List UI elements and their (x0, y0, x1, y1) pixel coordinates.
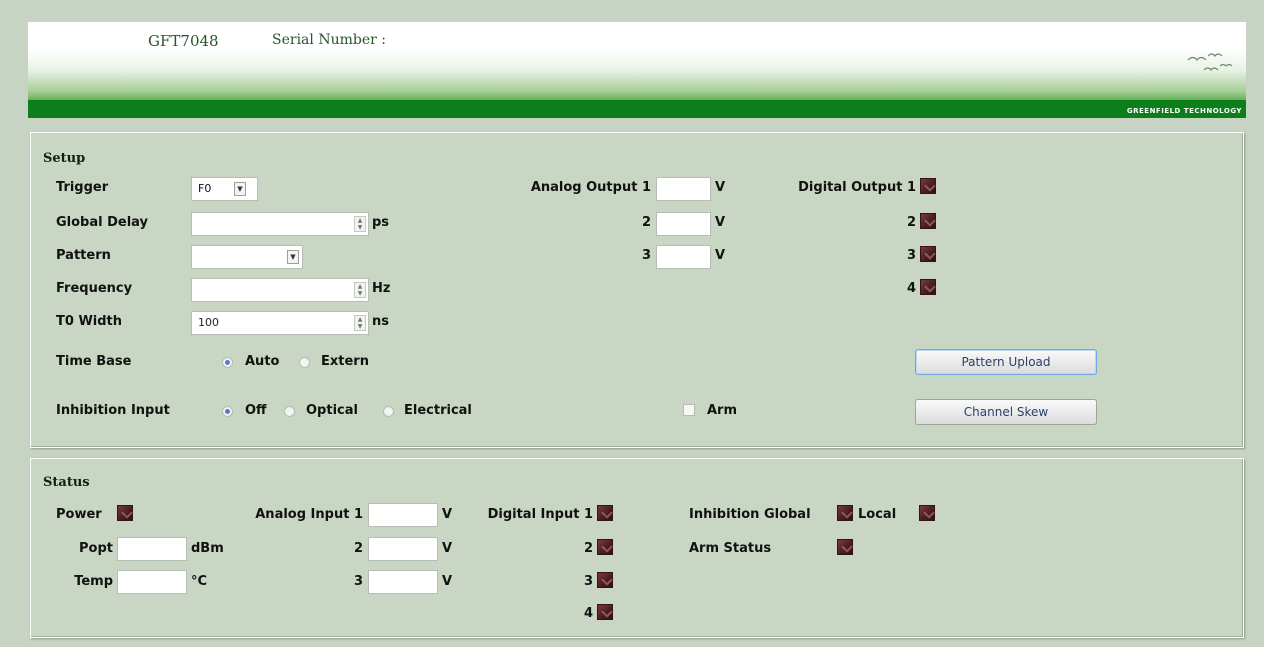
power-label: Power (56, 507, 102, 522)
time-base-extern-radio[interactable] (299, 357, 310, 368)
pattern-upload-button[interactable]: Pattern Upload (915, 349, 1097, 375)
chevron-down-icon[interactable]: ▼ (234, 182, 246, 196)
temp-input[interactable] (117, 570, 187, 594)
analog-output-3-unit: V (715, 248, 726, 263)
time-base-auto-label[interactable]: Auto (245, 354, 279, 369)
digital-output-2-led[interactable] (920, 213, 936, 229)
analog-input-2-unit: V (442, 541, 453, 556)
pattern-select[interactable]: ▼ (191, 245, 303, 269)
birds-logo-icon (1187, 53, 1233, 71)
t0-width-label: T0 Width (56, 314, 123, 329)
device-name: GFT7048 (148, 32, 219, 50)
inhibition-global-led (837, 505, 853, 521)
global-delay-input[interactable]: ▲ ▼ (191, 212, 369, 236)
analog-input-1-input[interactable] (368, 503, 438, 527)
inhibition-electrical-label[interactable]: Electrical (404, 403, 472, 418)
arm-checkbox[interactable] (683, 404, 695, 416)
inhibition-optical-label[interactable]: Optical (306, 403, 358, 418)
temp-label: Temp (74, 574, 113, 589)
digital-input-4-label: 4 (583, 606, 593, 621)
analog-input-3-input[interactable] (368, 570, 438, 594)
digital-input-1-label: Digital Input 1 (487, 507, 593, 522)
trigger-value: F0 (198, 182, 212, 195)
arm-status-label: Arm Status (689, 541, 772, 556)
analog-output-2-unit: V (715, 215, 726, 230)
popt-label: Popt (79, 541, 113, 556)
analog-output-1-label: Analog Output 1 (530, 180, 651, 195)
analog-output-2-input[interactable] (656, 212, 711, 236)
analog-input-3-label: 3 (353, 574, 363, 589)
frequency-label: Frequency (56, 281, 133, 296)
popt-input[interactable] (117, 537, 187, 561)
frequency-input[interactable]: ▲ ▼ (191, 278, 369, 302)
setup-panel: Setup Trigger F0 ▼ Global Delay ▲ ▼ ps Pa… (30, 132, 1244, 448)
time-base-label: Time Base (56, 354, 132, 369)
analog-output-2-label: 2 (641, 215, 651, 230)
arm-label[interactable]: Arm (707, 403, 737, 418)
digital-output-1-label: Digital Output 1 (798, 180, 916, 195)
inhibition-local-label: Local (858, 507, 897, 522)
analog-output-3-input[interactable] (656, 245, 711, 269)
time-base-auto-radio[interactable] (222, 357, 233, 368)
digital-output-1-led[interactable] (920, 178, 936, 194)
temp-unit: °C (191, 574, 208, 589)
setup-title: Setup (43, 151, 86, 166)
frequency-unit: Hz (372, 281, 391, 296)
company-logo-text: GREENFIELD TECHNOLOGY (1126, 107, 1242, 115)
channel-skew-button[interactable]: Channel Skew (915, 399, 1097, 425)
header-banner: GFT7048 Serial Number : GREENFIELD TECHN… (28, 22, 1246, 118)
digital-input-3-led (597, 572, 613, 588)
analog-output-1-input[interactable] (656, 177, 711, 201)
inhibition-input-label: Inhibition Input (56, 403, 170, 418)
inhibition-off-label[interactable]: Off (245, 403, 267, 418)
t0-width-input[interactable]: 100 ▲ ▼ (191, 311, 369, 335)
analog-input-1-label: Analog Input 1 (255, 507, 363, 522)
inhibition-optical-radio[interactable] (284, 406, 295, 417)
status-panel: Status Power Popt dBm Temp °C Analog Inp… (30, 458, 1244, 638)
digital-input-1-led (597, 505, 613, 521)
digital-input-4-led (597, 604, 613, 620)
digital-input-2-label: 2 (583, 541, 593, 556)
digital-input-2-led (597, 539, 613, 555)
trigger-select[interactable]: F0 ▼ (191, 177, 258, 201)
spinner-icon[interactable]: ▲ ▼ (354, 282, 366, 298)
spinner-icon[interactable]: ▲ ▼ (354, 315, 366, 331)
trigger-label: Trigger (56, 180, 109, 195)
analog-output-1-unit: V (715, 180, 726, 195)
arm-status-led (837, 539, 853, 555)
header-band (28, 100, 1246, 118)
digital-output-3-led[interactable] (920, 246, 936, 262)
popt-unit: dBm (191, 541, 224, 556)
global-delay-label: Global Delay (56, 215, 149, 230)
analog-input-3-unit: V (442, 574, 453, 589)
analog-input-2-input[interactable] (368, 537, 438, 561)
digital-output-4-label: 4 (906, 281, 916, 296)
pattern-label: Pattern (56, 248, 111, 263)
inhibition-electrical-radio[interactable] (383, 406, 394, 417)
analog-output-3-label: 3 (641, 248, 651, 263)
time-base-extern-label[interactable]: Extern (321, 354, 369, 369)
power-led (117, 505, 133, 521)
serial-number-label: Serial Number : (272, 32, 386, 48)
digital-output-4-led[interactable] (920, 279, 936, 295)
inhibition-off-radio[interactable] (222, 406, 233, 417)
inhibition-global-label: Inhibition Global (689, 507, 811, 522)
analog-input-2-label: 2 (353, 541, 363, 556)
t0-width-value: 100 (198, 316, 219, 329)
global-delay-unit: ps (372, 215, 390, 230)
chevron-down-icon[interactable]: ▼ (287, 250, 299, 264)
status-title: Status (43, 475, 90, 490)
spinner-icon[interactable]: ▲ ▼ (354, 216, 366, 232)
inhibition-local-led (919, 505, 935, 521)
t0-width-unit: ns (372, 314, 389, 329)
digital-output-3-label: 3 (906, 248, 916, 263)
digital-input-3-label: 3 (583, 574, 593, 589)
digital-output-2-label: 2 (906, 215, 916, 230)
